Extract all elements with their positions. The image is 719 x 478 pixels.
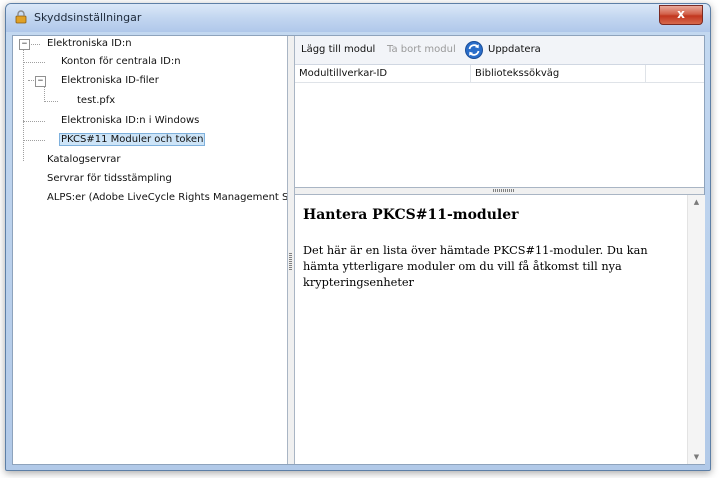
close-button[interactable]: x (659, 5, 703, 25)
tree-item-label: Servrar för tidsstämpling (47, 173, 172, 184)
refresh-icon[interactable] (464, 40, 484, 60)
security-settings-window: Skyddsinställningar x − Elektroniska ID:… (5, 3, 711, 471)
scroll-down-arrow-icon[interactable]: ▼ (688, 450, 705, 464)
tree-item-label: PKCS#11 Moduler och token (59, 133, 206, 146)
modules-table-header: Modultillverkar-ID Bibliotekssökväg (295, 65, 704, 83)
tree-item-timestamp-servers[interactable]: Servrar för tidsstämpling (45, 171, 174, 187)
info-scrollbar[interactable]: ▲ ▼ (687, 195, 705, 464)
tree-item-label: ALPS:er (Adobe LiveCycle Rights Manageme… (47, 192, 288, 203)
tree-line (23, 48, 25, 161)
splitter-grip[interactable] (493, 189, 515, 192)
tree-item-test-pfx[interactable]: test.pfx (75, 93, 117, 109)
add-module-button[interactable]: Lägg till modul (301, 42, 375, 58)
tree-item-label: Elektroniska ID-filer (61, 75, 159, 86)
tree-item-label: Katalogservrar (47, 154, 121, 165)
tree-line (23, 121, 45, 123)
tree-item-id-files[interactable]: Elektroniska ID-filer (59, 73, 161, 89)
lock-icon (15, 10, 27, 24)
tree-item-alps[interactable]: ALPS:er (Adobe LiveCycle Rights Manageme… (45, 190, 288, 206)
tree-line (44, 101, 58, 103)
tree-item-central-id-accounts[interactable]: Konton för centrala ID:n (59, 54, 183, 70)
info-panel: Hantera PKCS#11-moduler Det här är en li… (295, 195, 687, 464)
horizontal-splitter[interactable] (295, 187, 704, 195)
tree-line (23, 62, 45, 64)
collapse-toggle[interactable]: − (35, 76, 46, 87)
tree-item-label: Elektroniska ID:n i Windows (61, 115, 200, 126)
scroll-up-arrow-icon[interactable]: ▲ (688, 195, 705, 209)
settings-tree: − Elektroniska ID:n Konton för centrala … (13, 36, 288, 464)
refresh-button[interactable]: Uppdatera (488, 42, 541, 58)
info-title: Hantera PKCS#11-moduler (303, 207, 519, 223)
vertical-splitter[interactable] (288, 36, 295, 464)
tree-item-directory-servers[interactable]: Katalogservrar (45, 152, 123, 168)
tree-item-label: test.pfx (77, 95, 116, 106)
modules-pane: Lägg till modul Ta bort modul Uppdatera … (295, 36, 705, 464)
tree-item-electronic-ids[interactable]: Elektroniska ID:n (45, 36, 134, 52)
remove-module-button[interactable]: Ta bort modul (387, 42, 456, 58)
tree-item-label: Konton för centrala ID:n (61, 56, 181, 67)
tree-item-windows-ids[interactable]: Elektroniska ID:n i Windows (59, 113, 201, 129)
modules-table-body[interactable] (295, 83, 704, 187)
tree-line (23, 140, 45, 142)
tree-item-label: Elektroniska ID:n (47, 38, 132, 49)
client-area: − Elektroniska ID:n Konton för centrala … (12, 35, 705, 465)
collapse-toggle[interactable]: − (19, 39, 30, 50)
column-header-manufacturer-id[interactable]: Modultillverkar-ID (295, 65, 471, 82)
splitter-grip[interactable] (289, 253, 292, 271)
info-description: Det här är en lista över hämtade PKCS#11… (303, 244, 648, 289)
toolbar: Lägg till modul Ta bort modul Uppdatera (295, 36, 704, 65)
column-header-library-path[interactable]: Bibliotekssökväg (471, 65, 646, 82)
tree-item-pkcs11[interactable]: PKCS#11 Moduler och token (59, 132, 206, 148)
window-title: Skyddsinställningar (34, 11, 142, 24)
title-bar[interactable]: Skyddsinställningar x (6, 4, 710, 32)
